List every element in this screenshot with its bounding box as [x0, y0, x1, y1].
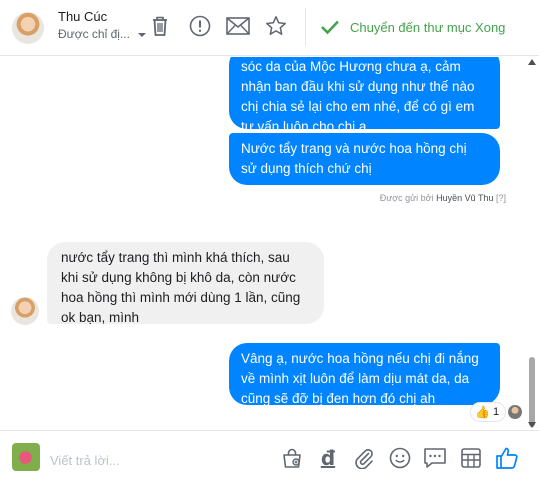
- header-divider: [305, 8, 306, 46]
- template-icon: [461, 448, 481, 468]
- shop-button[interactable]: [279, 445, 305, 471]
- page-avatar: [12, 443, 40, 471]
- message-bubble-outgoing[interactable]: Nước tẩy trang và nước hoa hồng chị sử d…: [229, 133, 500, 185]
- message-line: nước tẩy trang thì mình khá thích, sau: [61, 250, 290, 265]
- message-line: về mình xịt luôn để làm dịu mát da, da: [241, 371, 470, 386]
- message-line: hoa hồng thì mình mới dùng 1 lần, cũng: [61, 290, 301, 305]
- mark-unread-button[interactable]: [224, 12, 252, 40]
- sent-by-prefix: Được gửi bởi: [379, 193, 434, 203]
- attach-file-button[interactable]: [351, 445, 377, 471]
- reply-input[interactable]: [50, 449, 250, 471]
- message-line: khi sử dụng không bị khô da, còn nước: [61, 270, 296, 285]
- sender-avatar[interactable]: [11, 297, 39, 325]
- scrollbar-thumb[interactable]: [529, 357, 535, 427]
- payment-button[interactable]: đ: [315, 445, 341, 471]
- reply-composer: đ: [0, 430, 539, 487]
- message-line: chị chia sẻ lại cho em nhé, để có gì em: [241, 99, 475, 114]
- star-icon: [266, 16, 286, 35]
- move-to-done-button[interactable]: Chuyển đến thư mục Xong: [320, 14, 505, 40]
- move-to-done-label: Chuyển đến thư mục Xong: [350, 19, 506, 35]
- message-thread[interactable]: sóc da của Mộc Hương chưa ạ, cảm nhận ba…: [0, 57, 539, 429]
- saved-reply-icon: [424, 448, 446, 468]
- sent-by-name[interactable]: Huyền Vũ Thu: [436, 193, 493, 203]
- like-button[interactable]: [494, 445, 520, 471]
- sent-by-label: Được gửi bởi Huyền Vũ Thu [?]: [380, 193, 506, 203]
- paperclip-icon: [355, 448, 373, 469]
- currency-icon: đ: [320, 446, 336, 470]
- mail-icon: [226, 17, 250, 35]
- message-line: Vâng ạ, nước hoa hồng nếu chị đi nắng: [241, 351, 479, 366]
- alert-icon: [189, 15, 211, 37]
- scroll-down-icon[interactable]: [528, 422, 536, 428]
- delete-button[interactable]: [146, 12, 174, 40]
- reaction-count: 1: [492, 406, 500, 418]
- message-line: sử dụng thích chứ chị: [241, 161, 372, 176]
- message-bubble-incoming[interactable]: nước tẩy trang thì mình khá thích, sau k…: [47, 242, 324, 325]
- shopping-bag-icon: [283, 448, 301, 468]
- checkmark-icon: [321, 20, 339, 35]
- message-line: sóc da của Mộc Hương chưa ạ, cảm: [241, 59, 461, 74]
- message-line: ok bạn, mình: [61, 310, 140, 325]
- emoji-button[interactable]: [387, 445, 413, 471]
- message-line: cũng sẽ đỡ bị đen hơn đó chị ah: [241, 391, 436, 406]
- saved-replies-button[interactable]: [422, 445, 448, 471]
- report-spam-button[interactable]: [186, 12, 214, 40]
- reaction-badge[interactable]: 👍 1: [470, 402, 507, 422]
- message-line: Nước tẩy trang và nước hoa hồng chị: [241, 141, 467, 156]
- like-icon: [496, 447, 518, 469]
- message-bubble-outgoing[interactable]: sóc da của Mộc Hương chưa ạ, cảm nhận ba…: [229, 57, 500, 134]
- message-bubble-outgoing[interactable]: Vâng ạ, nước hoa hồng nếu chị đi nắng về…: [229, 343, 500, 406]
- thumbs-up-icon: 👍: [475, 405, 490, 419]
- message-line: nhận ban đầu khi sử dụng như thế nào: [241, 79, 475, 94]
- conversation-header: Thu Cúc Được chỉ đị... Chuyển đến thư mụ…: [0, 0, 539, 56]
- star-button[interactable]: [262, 12, 290, 40]
- seen-avatar: [508, 405, 522, 419]
- template-button[interactable]: [458, 445, 484, 471]
- emoji-icon: [389, 447, 411, 469]
- user-name[interactable]: Thu Cúc: [58, 9, 107, 24]
- sent-by-help[interactable]: [?]: [496, 193, 506, 203]
- trash-icon: [153, 16, 167, 36]
- assignee-selector[interactable]: Được chỉ đị...: [58, 27, 130, 41]
- scroll-up-icon[interactable]: [528, 59, 536, 65]
- user-avatar[interactable]: [12, 12, 44, 44]
